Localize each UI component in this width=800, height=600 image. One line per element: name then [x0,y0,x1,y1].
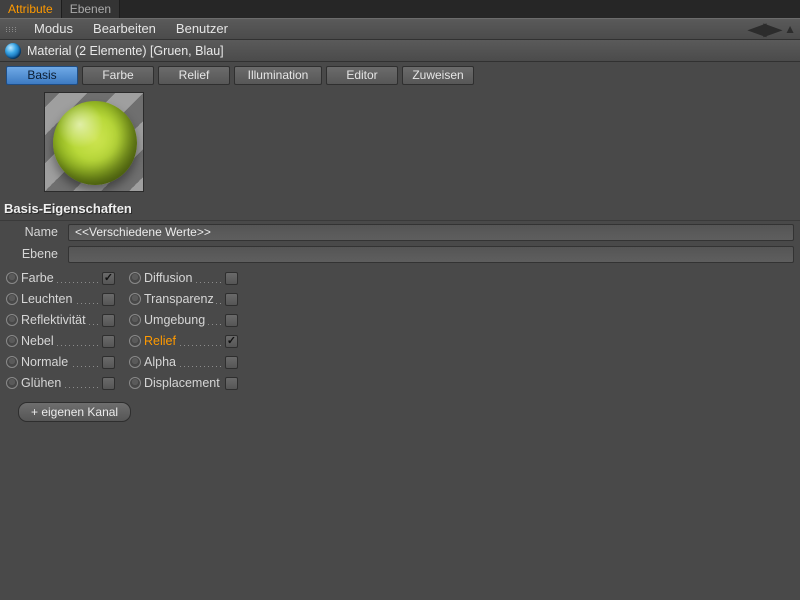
material-title: Material (2 Elemente) [Gruen, Blau] [27,44,224,58]
channel-label[interactable]: Nebel [21,334,101,348]
channel-checkbox[interactable] [225,314,238,327]
subtab-relief[interactable]: Relief [158,66,230,85]
ebene-field[interactable] [68,246,794,263]
channel-label[interactable]: Alpha [144,355,224,369]
channel-column-1: Farbe Leuchten Reflektivität Nebel Normale Gl… [6,269,115,392]
channel-label[interactable]: Diffusion [144,271,224,285]
material-sphere-icon [5,43,21,59]
channel-checkbox[interactable] [225,335,238,348]
drag-grip-icon[interactable] [4,25,18,34]
channel-checkbox[interactable] [102,314,115,327]
channel-radio[interactable] [6,272,18,284]
channel-row-umgebung: Umgebung [129,311,238,329]
material-preview[interactable] [44,92,144,192]
channel-radio[interactable] [129,377,141,389]
channel-label[interactable]: Umgebung [144,313,224,327]
subtab-illumination[interactable]: Illumination [234,66,322,85]
channel-radio[interactable] [6,293,18,305]
channel-row-nebel: Nebel [6,332,115,350]
channel-radio[interactable] [129,272,141,284]
subtab-zuweisen[interactable]: Zuweisen [402,66,474,85]
menu-modus[interactable]: Modus [24,18,83,40]
channel-checkbox[interactable] [225,293,238,306]
nav-up-icon[interactable]: ▲ [784,23,796,35]
channel-radio[interactable] [129,314,141,326]
channel-row-glühen: Glühen [6,374,115,392]
history-nav: ◀ ▶ ▲ [750,20,800,38]
subtab-basis[interactable]: Basis [6,66,78,85]
add-channel-button[interactable]: + eigenen Kanal [18,402,131,422]
channel-label[interactable]: Relief [144,334,224,348]
channel-label[interactable]: Normale [21,355,101,369]
channel-radio[interactable] [6,356,18,368]
preview-sphere-icon [53,101,137,185]
nav-forward-icon[interactable]: ▶ [763,20,782,38]
channel-checkbox[interactable] [102,335,115,348]
channel-row-leuchten: Leuchten [6,290,115,308]
section-title: Basis-Eigenschaften [0,198,800,221]
name-label: Name [6,225,62,239]
channel-checkbox[interactable] [102,377,115,390]
channel-row-reflektivität: Reflektivität [6,311,115,329]
menu-bar: Modus Bearbeiten Benutzer ◀ ▶ ▲ [0,18,800,40]
channel-label[interactable]: Displacement [144,376,224,390]
channel-checkbox[interactable] [102,272,115,285]
material-header: Material (2 Elemente) [Gruen, Blau] [0,40,800,62]
channel-label[interactable]: Leuchten [21,292,101,306]
channel-label[interactable]: Glühen [21,376,101,390]
channel-checkbox[interactable] [102,293,115,306]
menu-benutzer[interactable]: Benutzer [166,18,238,40]
material-subtabs: Basis Farbe Relief Illumination Editor Z… [0,62,800,88]
menu-bearbeiten[interactable]: Bearbeiten [83,18,166,40]
channel-grid: Farbe Leuchten Reflektivität Nebel Normale Gl… [0,265,800,400]
channel-checkbox[interactable] [225,377,238,390]
channel-row-transparenz: Transparenz [129,290,238,308]
channel-radio[interactable] [6,377,18,389]
tab-attribute[interactable]: Attribute [0,0,62,18]
channel-checkbox[interactable] [102,356,115,369]
channel-row-relief: Relief [129,332,238,350]
channel-radio[interactable] [129,335,141,347]
channel-row-farbe: Farbe [6,269,115,287]
preview-area [0,88,800,198]
channel-checkbox[interactable] [225,272,238,285]
subtab-farbe[interactable]: Farbe [82,66,154,85]
channel-row-displacement: Displacement [129,374,238,392]
channel-row-diffusion: Diffusion [129,269,238,287]
row-name: Name <<Verschiedene Werte>> [0,221,800,243]
channel-label[interactable]: Reflektivität [21,313,101,327]
name-field[interactable]: <<Verschiedene Werte>> [68,224,794,241]
panel-tabs: Attribute Ebenen [0,0,800,18]
channel-row-alpha: Alpha [129,353,238,371]
ebene-label: Ebene [6,247,62,261]
channel-radio[interactable] [6,314,18,326]
channel-label[interactable]: Farbe [21,271,101,285]
channel-column-2: Diffusion Transparenz Umgebung Relief Alpha D… [129,269,238,392]
channel-radio[interactable] [6,335,18,347]
channel-checkbox[interactable] [225,356,238,369]
channel-radio[interactable] [129,293,141,305]
channel-radio[interactable] [129,356,141,368]
channel-label[interactable]: Transparenz [144,292,224,306]
subtab-editor[interactable]: Editor [326,66,398,85]
tab-ebenen[interactable]: Ebenen [62,0,120,18]
channel-row-normale: Normale [6,353,115,371]
row-ebene: Ebene [0,243,800,265]
